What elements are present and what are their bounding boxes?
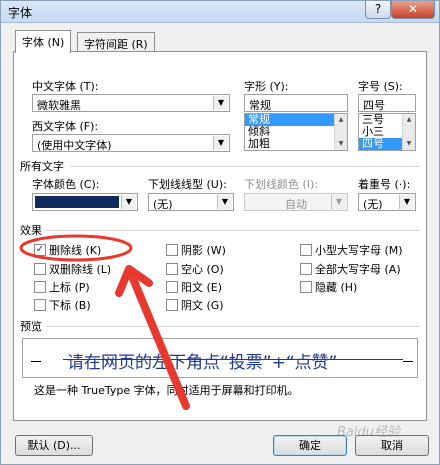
annotation-overlay <box>19 234 190 410</box>
highlight-ellipse <box>19 234 133 262</box>
tab-font[interactable]: 字体 (N) <box>15 30 72 53</box>
red-arrow-icon <box>115 265 190 410</box>
font-dialog: 字体 ? ✕ 字体 (N) 字符间距 (R) 中文字体 (T): 微软雅黑 ▼ … <box>0 0 440 465</box>
